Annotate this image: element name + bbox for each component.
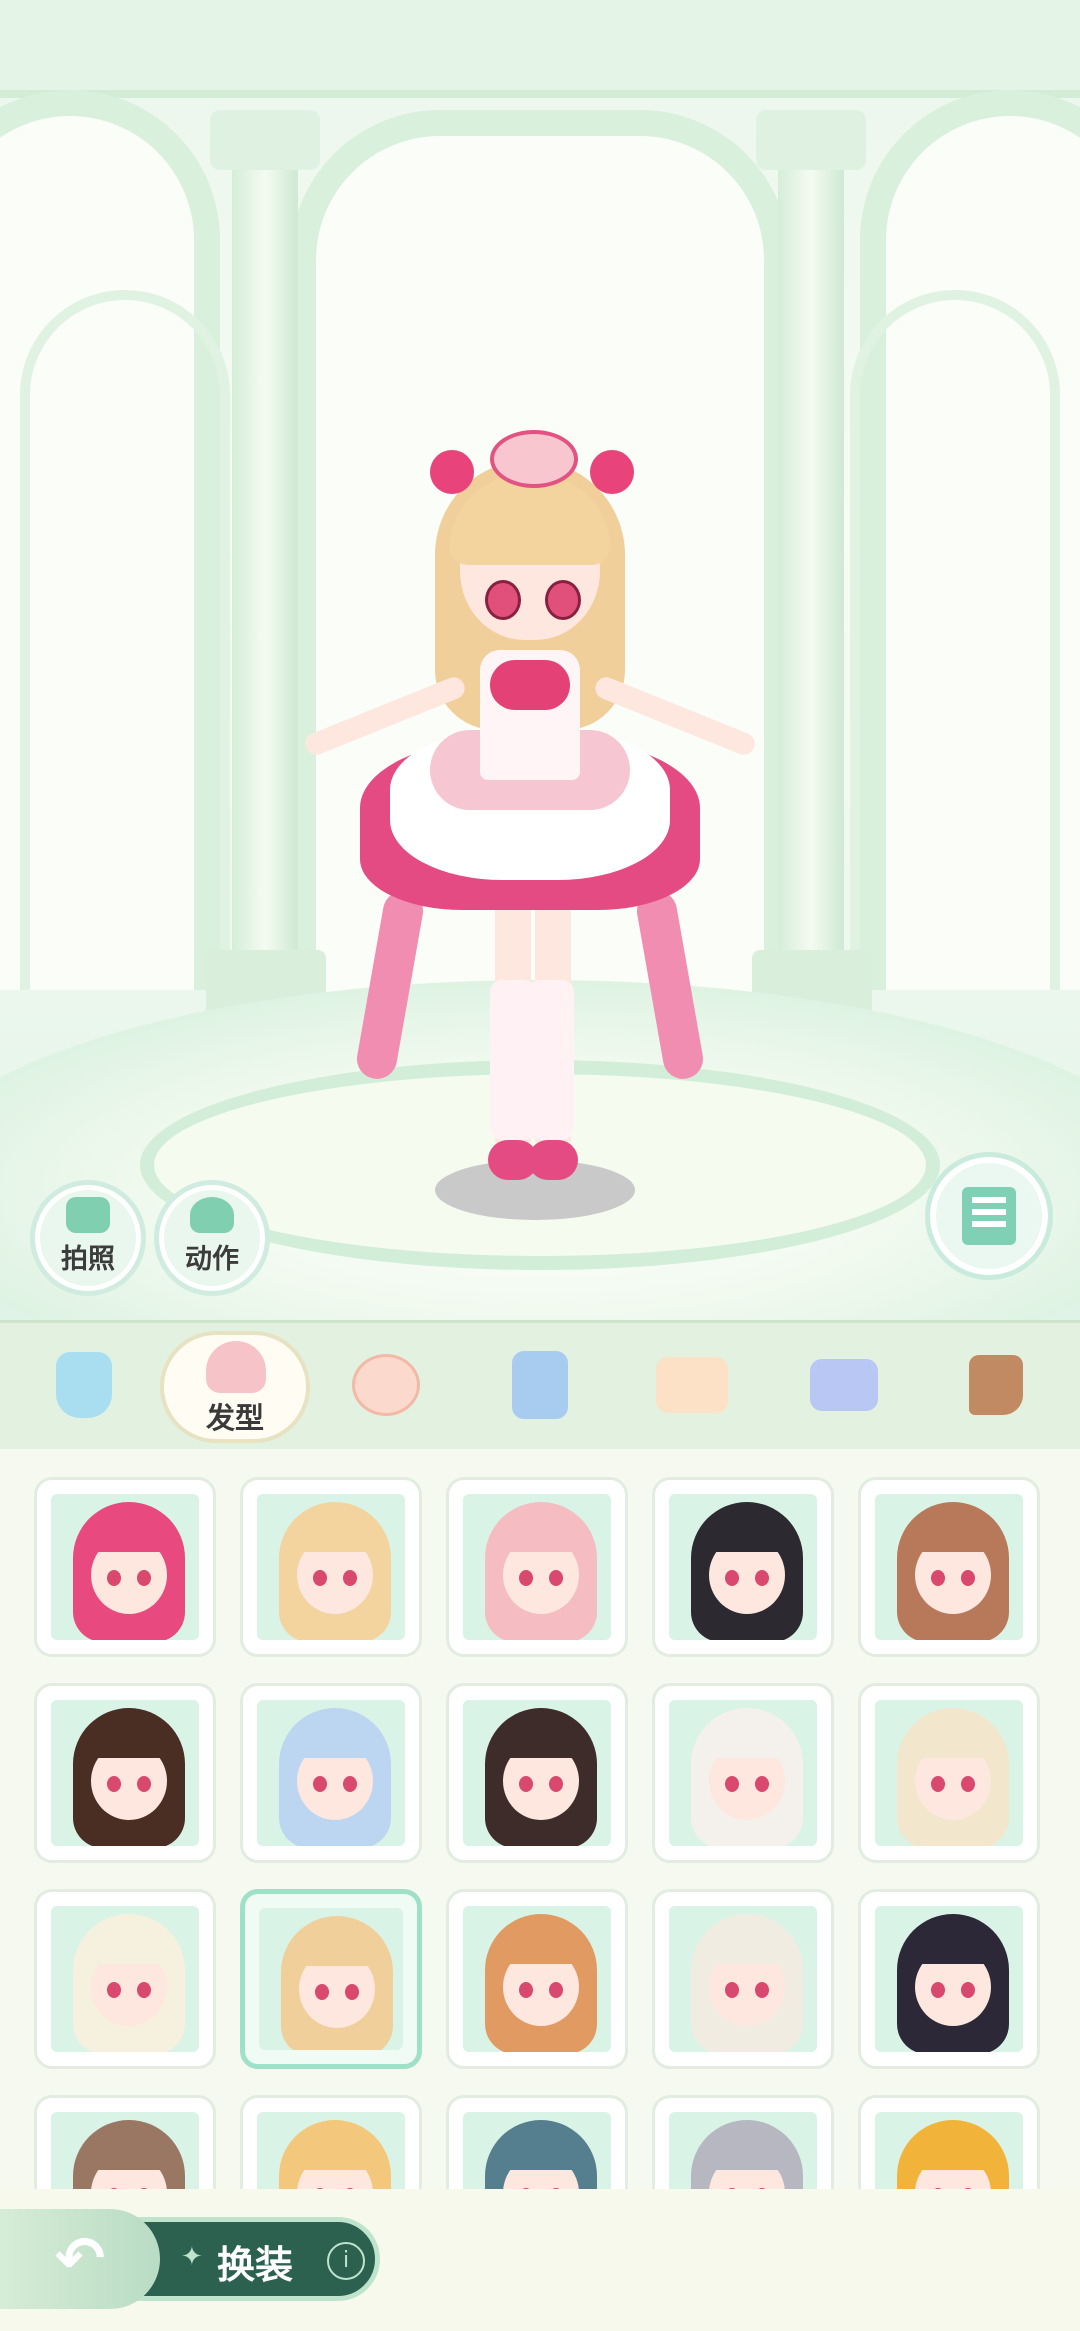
hairstyle-preview: [875, 1906, 1023, 2052]
category-top[interactable]: [500, 1345, 580, 1425]
hairstyle-option[interactable]: [858, 1477, 1040, 1657]
hairstyle-preview: [875, 2112, 1023, 2189]
info-icon[interactable]: i: [327, 2242, 365, 2280]
category-shoes[interactable]: [956, 1345, 1036, 1425]
hairstyle-option[interactable]: [652, 1683, 834, 1863]
hairstyle-grid: [0, 1449, 1080, 2189]
hairstyle-preview: [463, 1494, 611, 1640]
hairstyle-option[interactable]: [240, 1889, 422, 2069]
action-label: 动作: [185, 1243, 239, 1275]
avatar-character[interactable]: [300, 420, 760, 1240]
hairstyle-option[interactable]: [652, 2095, 834, 2189]
hairstyle-option[interactable]: [652, 1477, 834, 1657]
pose-icon: [190, 1196, 234, 1233]
category-bottom[interactable]: [804, 1345, 884, 1425]
category-dress[interactable]: [44, 1345, 124, 1425]
bottom-bar: ✦ 换装 i ↶: [0, 2189, 1080, 2331]
hairstyle-preview: [463, 2112, 611, 2189]
photo-button[interactable]: 拍照: [30, 1180, 146, 1296]
category-shirt[interactable]: [652, 1345, 732, 1425]
category-face[interactable]: [346, 1345, 426, 1425]
hairstyle-option[interactable]: [446, 2095, 628, 2189]
hairstyle-option[interactable]: [652, 1889, 834, 2069]
hairstyle-option[interactable]: [446, 1683, 628, 1863]
shorts-icon: [810, 1359, 878, 1411]
hairstyle-preview: [669, 1494, 817, 1640]
stage-ceiling: [0, 0, 1080, 98]
category-hairstyle-label: 发型: [205, 1401, 264, 1435]
camera-icon: [66, 1196, 110, 1233]
back-arrow-icon: ↶: [54, 2224, 106, 2294]
right-shoe: [528, 1140, 578, 1180]
dressup-stage: 拍照 动作: [0, 0, 1080, 1320]
chest-bow: [490, 660, 570, 710]
action-button[interactable]: 动作: [154, 1180, 270, 1296]
left-hair-bow: [430, 450, 474, 494]
mode-label: 换装: [217, 2243, 294, 2287]
sparkle-icon: ✦: [181, 2242, 203, 2272]
hairstyle-preview: [875, 1494, 1023, 1640]
hairstyle-option[interactable]: [446, 1477, 628, 1657]
right-pillar: [778, 110, 844, 990]
hairstyle-preview: [259, 1908, 403, 2050]
hairstyle-preview: [51, 2112, 199, 2189]
back-button[interactable]: ↶: [0, 2209, 160, 2309]
hairstyle-option[interactable]: [858, 1683, 1040, 1863]
hairstyle-option[interactable]: [34, 2095, 216, 2189]
right-hair-bow: [590, 450, 634, 494]
hairstyle-preview: [875, 1700, 1023, 1846]
hairstyle-preview: [463, 1906, 611, 2052]
right-ribbon: [633, 887, 707, 1083]
hairstyle-option[interactable]: [34, 1477, 216, 1657]
category-hairstyle[interactable]: 发型: [160, 1331, 310, 1443]
hairstyle-option[interactable]: [240, 1683, 422, 1863]
hairstyle-preview: [51, 1700, 199, 1846]
left-window: [20, 290, 230, 990]
hairstyle-icon: [206, 1341, 266, 1393]
hairstyle-preview: [669, 1700, 817, 1846]
left-pillar: [232, 110, 298, 990]
hairstyle-option[interactable]: [34, 1889, 216, 2069]
hairstyle-preview: [463, 1700, 611, 1846]
hairstyle-option[interactable]: [446, 1889, 628, 2069]
left-pillar-cap: [210, 110, 320, 170]
hairstyle-preview: [257, 1494, 405, 1640]
category-bar: 发型: [0, 1320, 1080, 1452]
right-window: [850, 290, 1060, 990]
save-icon: [962, 1187, 1016, 1245]
right-sock: [528, 980, 574, 1140]
hairstyle-preview: [257, 1700, 405, 1846]
hairstyle-preview: [669, 1906, 817, 2052]
face-icon: [352, 1354, 420, 1416]
hairstyle-preview: [669, 2112, 817, 2189]
hairstyle-preview: [51, 1906, 199, 2052]
hairstyle-option[interactable]: [240, 1477, 422, 1657]
left-ribbon: [353, 887, 427, 1083]
hairstyle-option[interactable]: [34, 1683, 216, 1863]
left-eye: [485, 580, 521, 620]
boot-icon: [969, 1355, 1023, 1415]
photo-label: 拍照: [61, 1243, 115, 1275]
hairstyle-preview: [257, 2112, 405, 2189]
right-eye: [545, 580, 581, 620]
right-pillar-cap: [756, 110, 866, 170]
overalls-icon: [512, 1351, 568, 1419]
hairstyle-option[interactable]: [858, 2095, 1040, 2189]
tshirt-icon: [656, 1357, 728, 1413]
hairstyle-option[interactable]: [858, 1889, 1040, 2069]
hairstyle-option[interactable]: [240, 2095, 422, 2189]
hairstyle-preview: [51, 1494, 199, 1640]
save-button[interactable]: [925, 1152, 1053, 1280]
hair-crown: [490, 430, 578, 488]
dress-icon: [56, 1352, 112, 1418]
